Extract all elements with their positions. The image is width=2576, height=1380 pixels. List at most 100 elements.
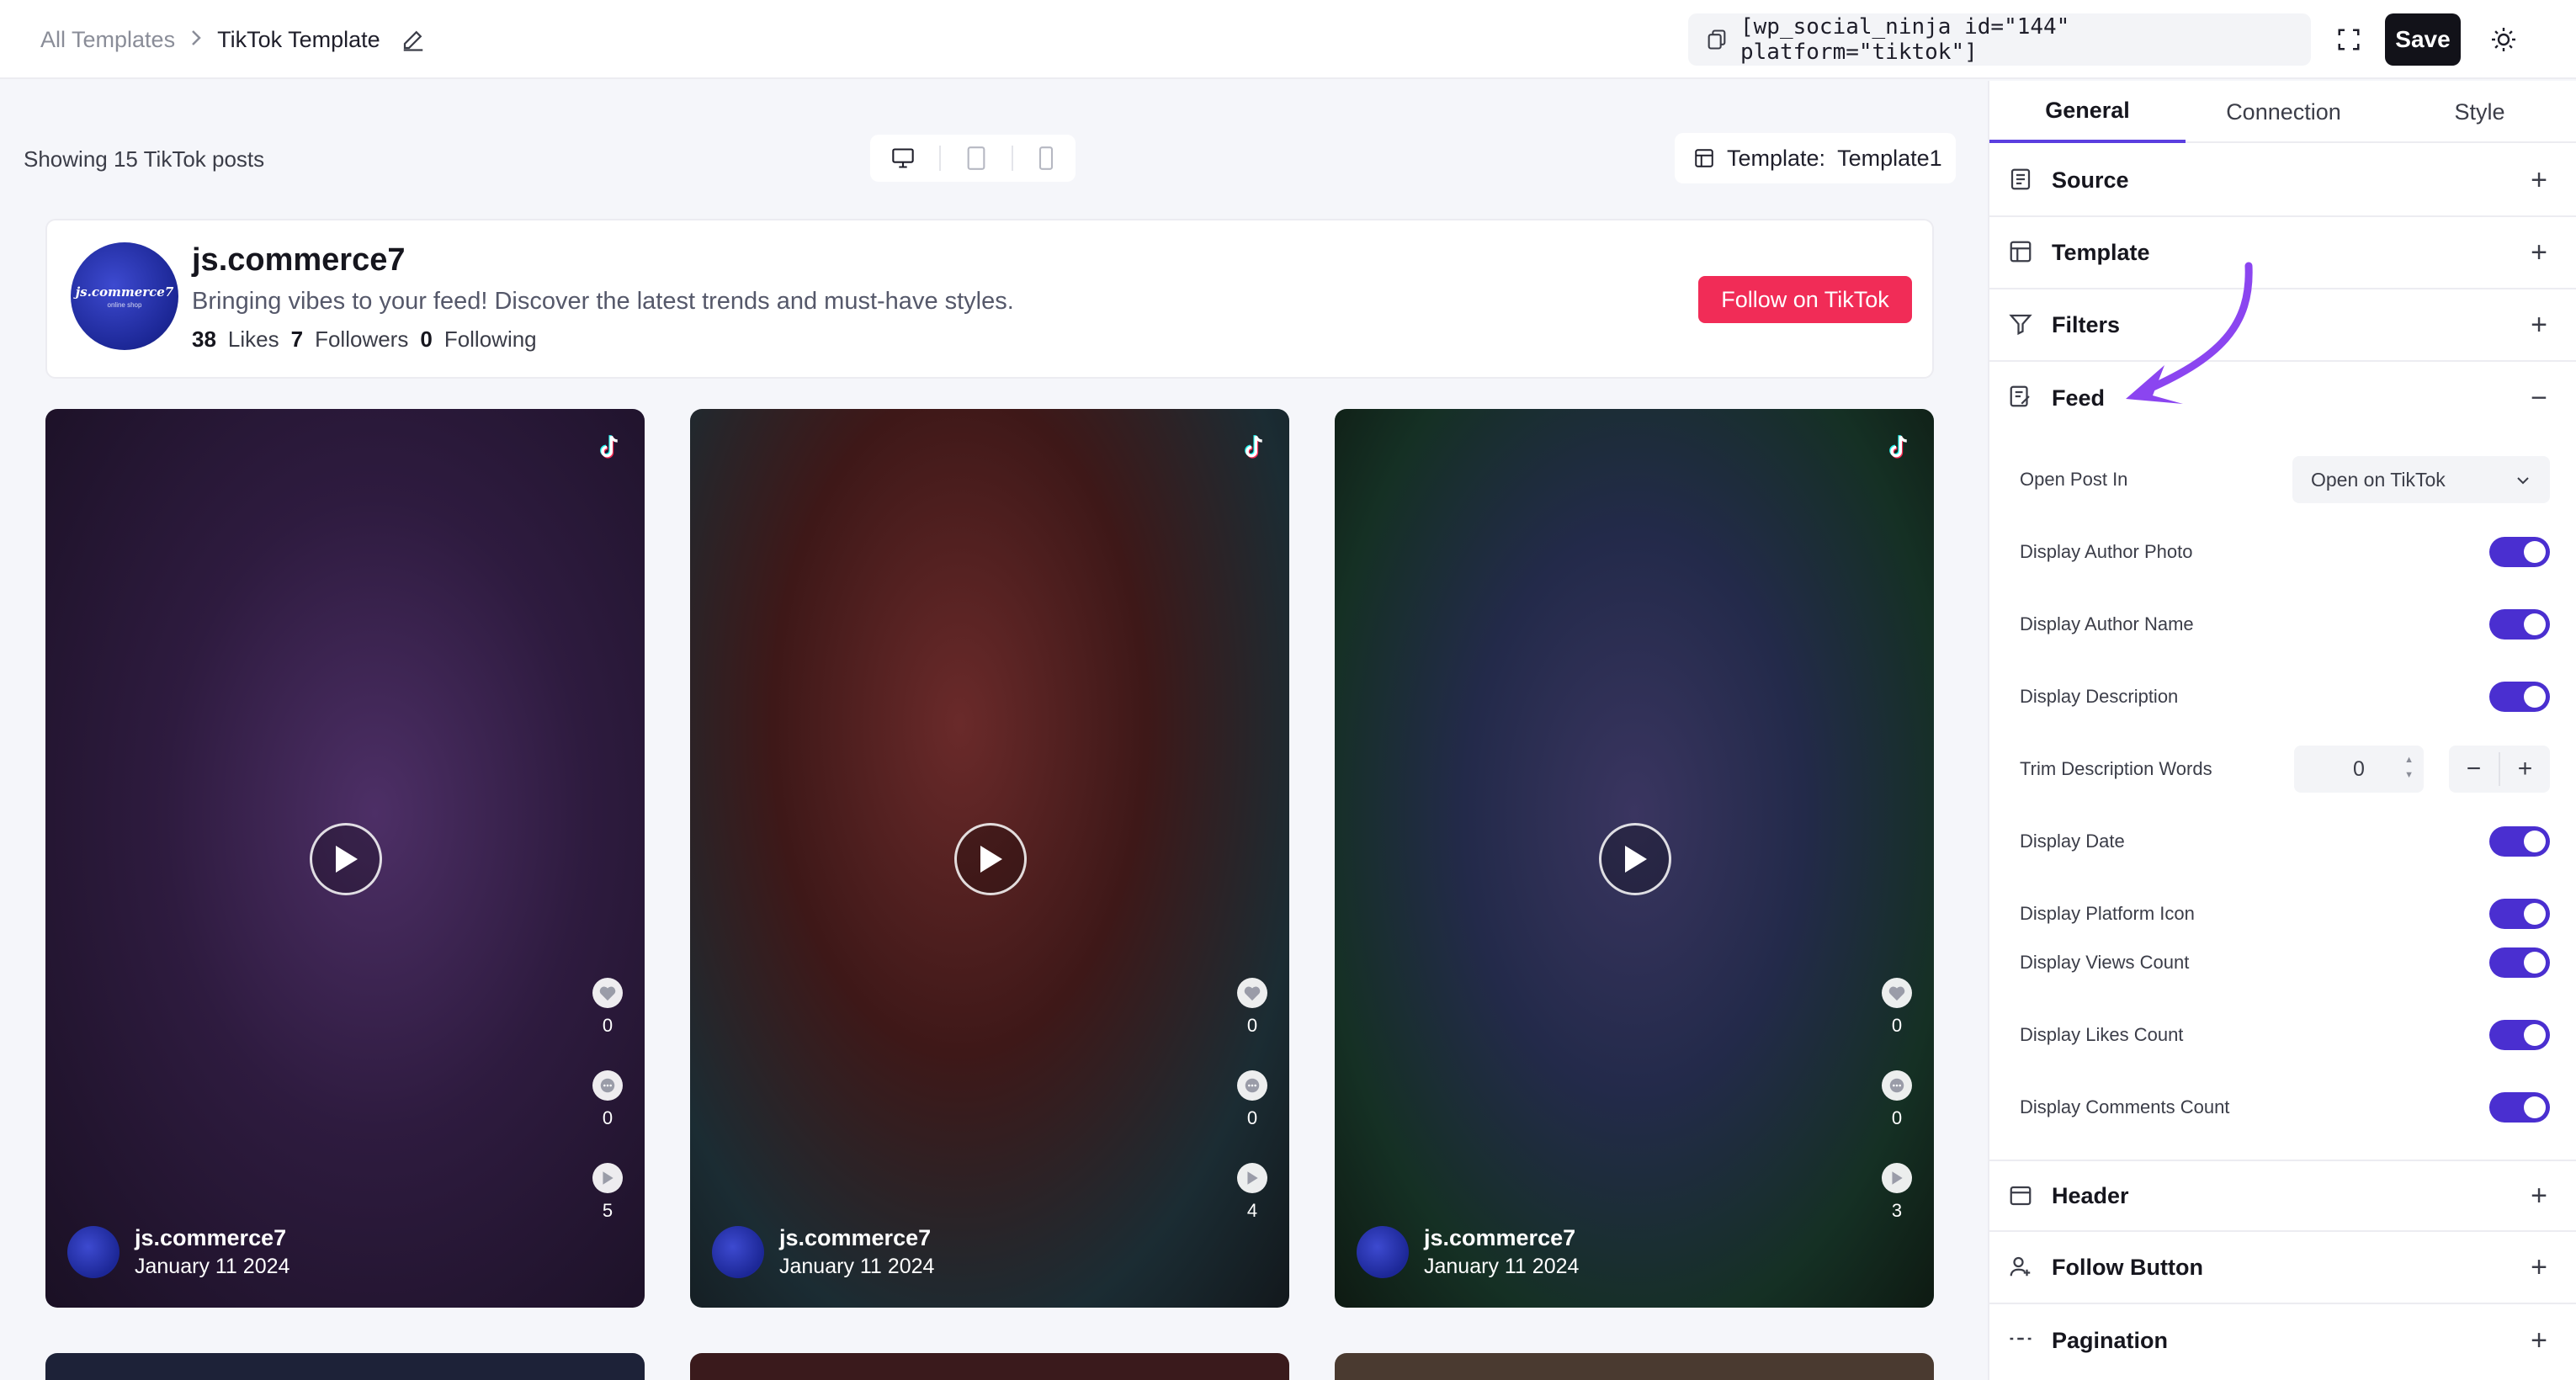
section-filters[interactable]: Filters +	[1989, 289, 2576, 362]
heart-icon	[1882, 978, 1912, 1008]
tab-general[interactable]: General	[1989, 81, 2186, 143]
play-button[interactable]	[1599, 823, 1671, 895]
increment-button[interactable]: +	[2500, 755, 2550, 783]
section-template[interactable]: Template +	[1989, 217, 2576, 289]
section-pagination[interactable]: Pagination +	[1989, 1304, 2576, 1377]
post-card[interactable]	[690, 1353, 1289, 1380]
tiktok-icon	[1887, 434, 1910, 465]
profile-name[interactable]: js.commerce7	[192, 242, 406, 279]
decrement-button[interactable]: −	[2449, 755, 2499, 783]
sun-theme-icon[interactable]	[2484, 20, 2523, 59]
profile-stats: 38 Likes 7 Followers 0 Following	[192, 326, 537, 353]
option-display-likes-count: Display Likes Count	[2020, 1010, 2550, 1060]
settings-panel: General Connection Style Source + Templa…	[1988, 81, 2576, 1380]
post-card[interactable]: 0 0 5 js.commerce7 January 11 2024	[45, 409, 645, 1308]
desktop-icon[interactable]	[891, 147, 915, 169]
option-display-description: Display Description	[2020, 671, 2550, 722]
user-plus-icon	[2008, 1254, 2033, 1283]
comment-icon	[1882, 1070, 1912, 1101]
comments-count: 0	[1891, 1107, 1903, 1128]
option-label: Display Views Count	[2020, 952, 2190, 973]
toggle-switch[interactable]	[2489, 537, 2550, 567]
tablet-icon[interactable]	[966, 146, 986, 170]
ellipsis-icon	[2008, 1326, 2033, 1356]
shortcode-copy[interactable]: [wp_social_ninja id="144" platform="tikt…	[1688, 13, 2311, 66]
follow-on-tiktok-button[interactable]: Follow on TikTok	[1698, 276, 1912, 323]
toggle-switch[interactable]	[2489, 682, 2550, 712]
option-label: Display Author Photo	[2020, 541, 2193, 562]
author-avatar	[1357, 1226, 1409, 1278]
post-card[interactable]: 0 0 3 js.commerce7 January 11 2024	[1335, 409, 1934, 1308]
open-post-in-select[interactable]: Open on TikTok	[2292, 456, 2550, 503]
option-label: Display Likes Count	[2020, 1024, 2184, 1045]
document-icon	[2008, 167, 2033, 196]
author-avatar	[67, 1226, 120, 1278]
post-date: January 11 2024	[1424, 1255, 1580, 1278]
panel-tabs: General Connection Style	[1989, 81, 2576, 143]
section-header[interactable]: Header +	[1989, 1160, 2576, 1232]
toggle-switch[interactable]	[2489, 1092, 2550, 1123]
toggle-switch[interactable]	[2489, 826, 2550, 857]
avatar: js.commerce7 online shop	[71, 242, 178, 350]
layout-icon	[2008, 239, 2033, 268]
edit-list-icon	[2008, 384, 2033, 413]
toggle-switch[interactable]	[2489, 947, 2550, 978]
spinner-arrows-icon[interactable]: ▲ ▼	[2404, 752, 2414, 783]
option-label: Display Author Name	[2020, 613, 2194, 634]
option-label: Trim Description Words	[2020, 758, 2212, 779]
comments-count: 0	[1246, 1107, 1258, 1128]
option-display-author-name: Display Author Name	[2020, 599, 2550, 650]
views-count: 3	[1891, 1200, 1903, 1221]
option-display-author-photo: Display Author Photo	[2020, 527, 2550, 577]
showing-count: Showing 15 TikTok posts	[24, 146, 265, 172]
template-selector[interactable]: Template: Template1	[1675, 133, 1956, 183]
comments-count: 0	[602, 1107, 613, 1128]
post-card[interactable]	[1335, 1353, 1934, 1380]
author-name: js.commerce7	[135, 1225, 287, 1250]
plus-icon: +	[2531, 1179, 2547, 1212]
copy-icon	[1705, 28, 1729, 51]
play-button[interactable]	[310, 823, 382, 895]
author-name: js.commerce7	[779, 1225, 932, 1250]
mobile-icon[interactable]	[1038, 146, 1054, 170]
fullscreen-icon[interactable]	[2329, 20, 2368, 59]
toggle-switch[interactable]	[2489, 1020, 2550, 1050]
breadcrumb-current: TikTok Template	[217, 26, 380, 52]
trim-words-input[interactable]: 0 ▲ ▼	[2294, 746, 2424, 793]
plus-icon: +	[2531, 308, 2547, 341]
template-value: Template1	[1837, 145, 1942, 171]
breadcrumb-all-templates[interactable]: All Templates	[40, 27, 175, 53]
tiktok-icon	[598, 434, 621, 465]
tab-style[interactable]: Style	[2382, 81, 2576, 143]
play-button[interactable]	[954, 823, 1027, 895]
profile-description: Bringing vibes to your feed! Discover th…	[192, 288, 1014, 315]
minus-icon: −	[2531, 381, 2547, 414]
annotation-arrow-icon	[2126, 262, 2253, 404]
post-author: js.commerce7 January 11 2024	[712, 1225, 934, 1279]
comment-icon	[592, 1070, 623, 1101]
views-count: 4	[1246, 1200, 1258, 1221]
section-label: Header	[2052, 1182, 2129, 1208]
post-card[interactable]	[45, 1353, 645, 1380]
tab-connection[interactable]: Connection	[2186, 81, 2382, 143]
views-count: 5	[602, 1200, 613, 1221]
plus-icon: +	[2531, 1324, 2547, 1356]
option-trim-description-words: Trim Description Words 0 ▲ ▼ − +	[2020, 744, 2550, 794]
option-label: Display Description	[2020, 686, 2179, 707]
section-source[interactable]: Source +	[1989, 145, 2576, 217]
author-avatar	[712, 1226, 764, 1278]
plus-icon: +	[2531, 1250, 2547, 1283]
post-card[interactable]: 0 0 4 js.commerce7 January 11 2024	[690, 409, 1289, 1308]
comment-icon	[1237, 1070, 1267, 1101]
template-label: Template:	[1727, 145, 1826, 171]
shortcode-text: [wp_social_ninja id="144" platform="tikt…	[1740, 14, 2070, 65]
post-author: js.commerce7 January 11 2024	[67, 1225, 289, 1279]
section-feed[interactable]: Feed −	[1989, 362, 2576, 434]
section-follow-button[interactable]: Follow Button +	[1989, 1232, 2576, 1304]
edit-pencil-icon[interactable]	[401, 27, 426, 52]
toggle-switch[interactable]	[2489, 609, 2550, 640]
post-author: js.commerce7 January 11 2024	[1357, 1225, 1579, 1279]
toggle-switch[interactable]	[2489, 899, 2550, 929]
save-button[interactable]: Save	[2385, 13, 2461, 66]
followers-count: 7	[290, 326, 304, 352]
